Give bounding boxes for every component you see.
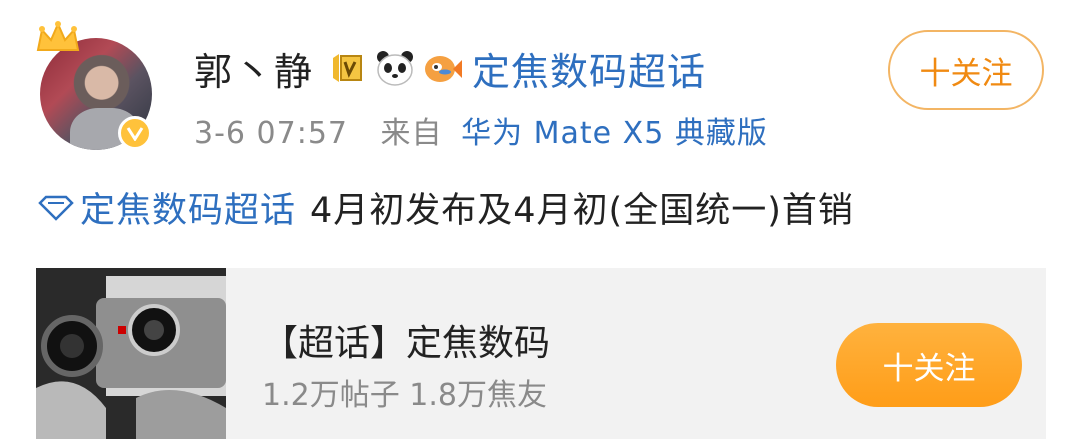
avatar-container[interactable] [36,20,166,150]
card-stats: 1.2万帖子 1.8万焦友 [262,378,547,413]
post-source-label: 来自 [380,116,443,151]
topic-thumbnail[interactable] [36,268,226,439]
verified-badge-icon [118,116,152,150]
device-link[interactable]: 华为 Mate X5 典藏版 [461,116,768,151]
user-badges [326,47,464,89]
post-body: 4月初发布及4月初(全国统一)首销 [310,191,854,231]
topic-tag[interactable]: 定焦数码超话 [36,182,296,233]
card-title[interactable]: 【超话】定焦数码 [262,314,550,366]
panda-icon [374,47,416,89]
follow-topic-button[interactable]: 十关注 [836,323,1022,407]
user-line: 郭丶静 定焦数码超话 [194,38,706,98]
post-text: 定焦数码超话 4月初发布及4月初(全国统一)首销 [36,182,854,233]
username[interactable]: 郭丶静 [194,41,314,96]
crown-icon [36,21,80,51]
topic-link[interactable]: 定焦数码超话 [472,41,706,96]
post-meta: 3-6 07:57 来自 华为 Mate X5 典藏版 [194,108,768,152]
post-date: 3-6 07:57 [194,116,348,151]
pufferfish-icon [422,47,464,89]
topic-tag-label: 定焦数码超话 [80,191,297,231]
level-badge-icon [326,47,368,89]
topic-diamond-icon [38,195,74,221]
follow-user-button[interactable]: 十关注 [888,30,1044,110]
